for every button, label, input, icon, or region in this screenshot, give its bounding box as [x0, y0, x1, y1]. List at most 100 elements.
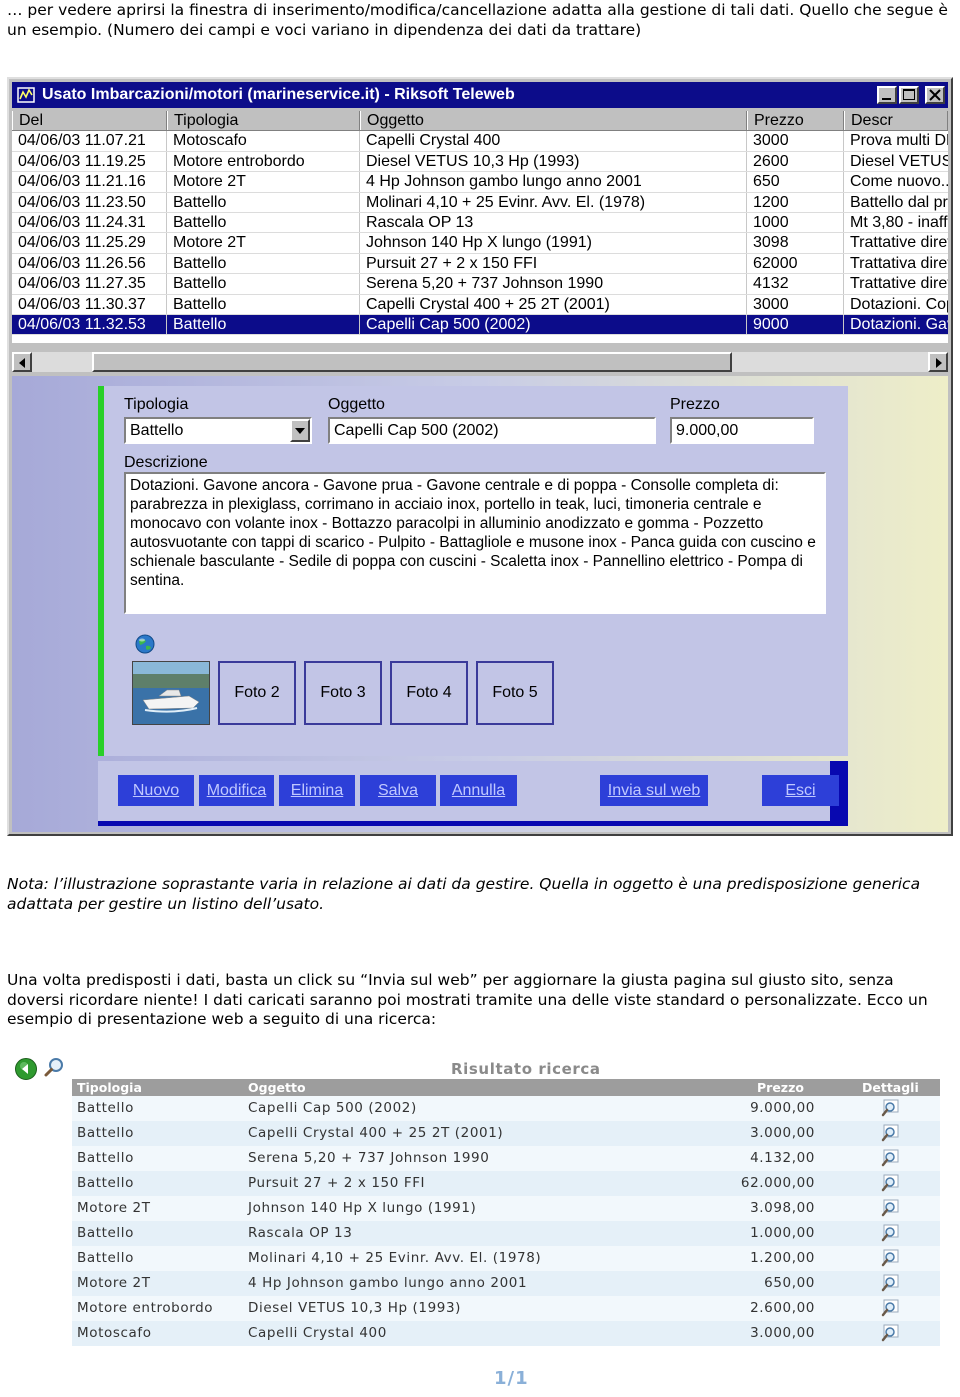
cell-prezzo: 3000 [747, 131, 844, 151]
result-tipologia: Battello [77, 1250, 134, 1266]
cell-descr: Dotazioni. Cop [850, 295, 948, 313]
column-header-oggetto[interactable]: Oggetto [360, 111, 747, 131]
note-paragraph: Nota: l’illustrazione soprastante varia … [7, 875, 921, 913]
descrizione-textarea[interactable]: Dotazioni. Gavone ancora - Gavone prua -… [124, 472, 826, 614]
result-row: Battello Rascala OP 13 1.000,00 [72, 1221, 940, 1246]
foto-2-button[interactable]: Foto 2 [218, 661, 296, 725]
result-row: Battello Capelli Cap 500 (2002) 9.000,00 [72, 1096, 940, 1121]
result-oggetto: Johnson 140 Hp X lungo (1991) [248, 1200, 477, 1216]
nuovo-button[interactable]: Nuovo [118, 775, 194, 806]
result-tipologia: Battello [77, 1125, 134, 1141]
grid-row[interactable]: 04/06/03 11.23.50 Battello Molinari 4,10 +… [12, 192, 948, 213]
minimize-button[interactable] [877, 86, 897, 104]
grid-row[interactable]: 04/06/03 11.25.29 Motore 2T Johnson 140 Hp… [12, 233, 948, 254]
header-prezzo: Prezzo [757, 1080, 804, 1095]
back-icon[interactable] [14, 1057, 38, 1081]
scroll-left-button[interactable] [12, 352, 32, 372]
column-header-prezzo[interactable]: Prezzo [747, 111, 844, 131]
annulla-button[interactable]: Annulla [440, 775, 517, 806]
grid-row[interactable]: 04/06/03 11.19.25 Motore entrobordo Diesel… [12, 151, 948, 173]
grid-row[interactable]: 04/06/03 11.27.35 Battello Serena 5,20 + 7… [12, 274, 948, 295]
tipologia-select[interactable]: Battello [124, 417, 312, 444]
close-icon [929, 89, 941, 101]
details-magnifier-icon[interactable] [880, 1249, 900, 1269]
result-oggetto: 4 Hp Johnson gambo lungo anno 2001 [248, 1275, 528, 1291]
photo-thumbnail-1[interactable] [132, 661, 210, 725]
tipologia-value: Battello [130, 422, 184, 439]
result-oggetto: Capelli Crystal 400 + 25 2T (2001) [248, 1125, 504, 1141]
maximize-button[interactable] [899, 86, 919, 104]
details-magnifier-icon[interactable] [880, 1224, 900, 1244]
column-header-tipologia[interactable]: Tipologia [167, 111, 360, 131]
cell-del: 04/06/03 11.21.16 [12, 172, 167, 192]
tipologia-label: Tipologia [124, 396, 189, 413]
result-oggetto: Diesel VETUS 10,3 Hp (1993) [248, 1300, 462, 1316]
cell-prezzo: 650 [747, 172, 844, 192]
app-window: Usato Imbarcazioni/motori (marineservice… [7, 77, 953, 836]
result-row: Battello Pursuit 27 + 2 x 150 FFI 62.000,0… [72, 1171, 940, 1196]
details-magnifier-icon[interactable] [880, 1324, 900, 1344]
title-bar[interactable]: Usato Imbarcazioni/motori (marineservice… [12, 82, 948, 108]
invia-sul-web-button[interactable]: Invia sul web [600, 775, 708, 806]
cell-descr: Come nuovo.. [850, 173, 948, 191]
body-paragraph: Una volta predisposti i dati, basta un c… [7, 971, 928, 1028]
cell-prezzo: 1000 [747, 213, 844, 233]
details-magnifier-icon[interactable] [880, 1174, 900, 1194]
result-prezzo: 3.000,00 [750, 1125, 815, 1141]
grid-row[interactable]: 04/06/03 11.24.31 Battello Rascala OP 13 10… [12, 213, 948, 234]
prezzo-label: Prezzo [670, 396, 720, 413]
scroll-right-button[interactable] [928, 352, 948, 372]
result-title: Risultato ricerca [451, 1060, 601, 1078]
cell-prezzo: 3000 [747, 294, 844, 314]
result-row: Battello Serena 5,20 + 737 Johnson 1990 4.… [72, 1146, 940, 1171]
descrizione-label: Descrizione [124, 454, 208, 471]
horizontal-scrollbar[interactable] [12, 352, 948, 372]
search-icon[interactable] [43, 1057, 65, 1079]
result-prezzo: 62.000,00 [740, 1175, 815, 1191]
result-table-header: Tipologia Oggetto Prezzo Dettagli [72, 1079, 940, 1096]
column-header-descr[interactable]: Descr [844, 111, 948, 131]
cell-del: 04/06/03 11.26.56 [12, 253, 167, 274]
cell-oggetto: Capelli Crystal 400 [360, 131, 747, 151]
cell-del: 04/06/03 11.30.37 [12, 294, 167, 314]
records-grid[interactable]: Del Tipologia Oggetto Prezzo Descr 04/06… [12, 111, 948, 343]
details-magnifier-icon[interactable] [880, 1274, 900, 1294]
close-button[interactable] [925, 86, 945, 104]
cell-del: 04/06/03 11.19.25 [12, 151, 167, 172]
cell-del: 04/06/03 11.32.53 [12, 315, 167, 335]
cell-tipologia: Motore 2T [167, 172, 360, 192]
result-table: Tipologia Oggetto Prezzo Dettagli Battel… [72, 1079, 940, 1346]
globe-icon [135, 634, 155, 654]
result-tipologia: Battello [77, 1225, 134, 1241]
oggetto-input[interactable]: Capelli Cap 500 (2002) [328, 417, 656, 444]
dropdown-button[interactable] [290, 419, 310, 442]
details-magnifier-icon[interactable] [880, 1124, 900, 1144]
details-magnifier-icon[interactable] [880, 1149, 900, 1169]
grid-row[interactable]: 04/06/03 11.30.37 Battello Capelli Crystal… [12, 294, 948, 315]
column-header-del[interactable]: Del [12, 111, 167, 131]
grid-row[interactable]: 04/06/03 11.21.16 Motore 2T 4 Hp Johnson g… [12, 172, 948, 193]
cell-prezzo: 4132 [747, 274, 844, 294]
grid-row[interactable]: 04/06/03 11.07.21 Motoscafo Capelli Crysta… [12, 131, 948, 152]
details-magnifier-icon[interactable] [880, 1299, 900, 1319]
grid-row[interactable]: 04/06/03 11.32.53 Battello Capelli Cap 500… [12, 315, 948, 336]
elimina-button[interactable]: Elimina [279, 775, 355, 806]
arrow-right-icon [936, 358, 942, 368]
grid-row[interactable]: 04/06/03 11.26.56 Battello Pursuit 27 + 2 … [12, 253, 948, 275]
foto-4-button[interactable]: Foto 4 [390, 661, 468, 725]
result-prezzo: 2.600,00 [750, 1300, 815, 1316]
modifica-button[interactable]: Modifica [199, 775, 274, 806]
result-row: Motore entrobordo Diesel VETUS 10,3 Hp (1… [72, 1296, 940, 1321]
prezzo-input[interactable]: 9.000,00 [670, 417, 814, 444]
form-inner: Tipologia Battello Oggetto Capelli Cap 5… [104, 386, 848, 756]
scrollbar-thumb[interactable] [92, 352, 732, 372]
foto-3-button[interactable]: Foto 3 [304, 661, 382, 725]
foto-5-button[interactable]: Foto 5 [476, 661, 554, 725]
salva-button[interactable]: Salva [360, 775, 436, 806]
esci-button[interactable]: Esci [762, 775, 839, 806]
pagination[interactable]: 1/1 [494, 1368, 529, 1389]
details-magnifier-icon[interactable] [880, 1099, 900, 1119]
details-magnifier-icon[interactable] [880, 1199, 900, 1219]
boat-photo [133, 662, 209, 724]
arrow-left-icon [19, 358, 25, 368]
